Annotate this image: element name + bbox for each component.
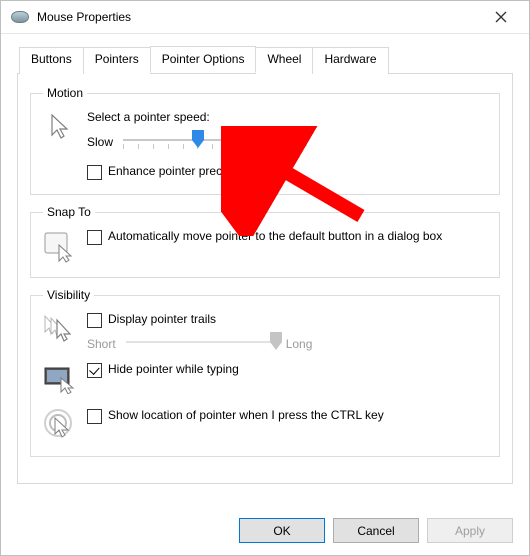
ctrl-locate-checkbox[interactable] — [87, 409, 102, 424]
trails-thumb — [270, 332, 282, 350]
close-button[interactable] — [479, 2, 523, 32]
mouse-icon — [11, 11, 29, 23]
snapto-label: Automatically move pointer to the defaul… — [108, 229, 442, 244]
slow-label: Slow — [87, 135, 113, 149]
tab-hardware[interactable]: Hardware — [312, 47, 388, 74]
group-snapto-legend: Snap To — [43, 205, 95, 219]
fast-label: Fast — [283, 135, 306, 149]
tab-buttons[interactable]: Buttons — [19, 47, 84, 74]
hide-typing-icon — [43, 362, 77, 396]
ctrl-locate-label: Show location of pointer when I press th… — [108, 408, 384, 423]
group-motion-legend: Motion — [43, 86, 87, 100]
group-visibility-legend: Visibility — [43, 288, 94, 302]
hide-typing-checkbox[interactable] — [87, 363, 102, 378]
group-motion: Motion Select a pointer speed: Slow — [30, 86, 500, 195]
ok-button[interactable]: OK — [239, 518, 325, 543]
dialog-buttons: OK Cancel Apply — [239, 518, 513, 543]
enhance-precision-checkbox[interactable] — [87, 165, 102, 180]
pointer-speed-slider[interactable] — [123, 132, 273, 152]
tab-wheel[interactable]: Wheel — [255, 47, 313, 74]
apply-button: Apply — [427, 518, 513, 543]
short-label: Short — [87, 337, 116, 351]
hide-typing-label: Hide pointer while typing — [108, 362, 239, 377]
group-snapto: Snap To Automatically move pointer to th… — [30, 205, 500, 278]
enhance-precision-label: Enhance pointer precision — [108, 164, 247, 179]
trails-checkbox[interactable] — [87, 313, 102, 328]
ctrl-locate-icon — [43, 408, 77, 442]
tab-pointers[interactable]: Pointers — [83, 47, 151, 74]
titlebar: Mouse Properties — [1, 1, 529, 34]
trails-slider — [126, 334, 276, 354]
cancel-button[interactable]: Cancel — [333, 518, 419, 543]
snapto-icon — [43, 229, 77, 263]
trails-label: Display pointer trails — [108, 312, 216, 327]
cursor-icon — [43, 110, 77, 144]
close-icon — [495, 11, 507, 23]
tab-strip: Buttons Pointers Pointer Options Wheel H… — [17, 46, 513, 74]
tab-panel: Motion Select a pointer speed: Slow — [17, 74, 513, 484]
trails-icon — [43, 312, 77, 346]
group-visibility: Visibility — [30, 288, 500, 457]
tab-pointer-options[interactable]: Pointer Options — [150, 46, 257, 73]
pointer-speed-thumb[interactable] — [192, 130, 204, 148]
content-area: Buttons Pointers Pointer Options Wheel H… — [1, 34, 529, 484]
snapto-checkbox[interactable] — [87, 230, 102, 245]
window-title: Mouse Properties — [37, 10, 479, 24]
pointer-speed-label: Select a pointer speed: — [87, 110, 487, 124]
long-label: Long — [286, 337, 313, 351]
